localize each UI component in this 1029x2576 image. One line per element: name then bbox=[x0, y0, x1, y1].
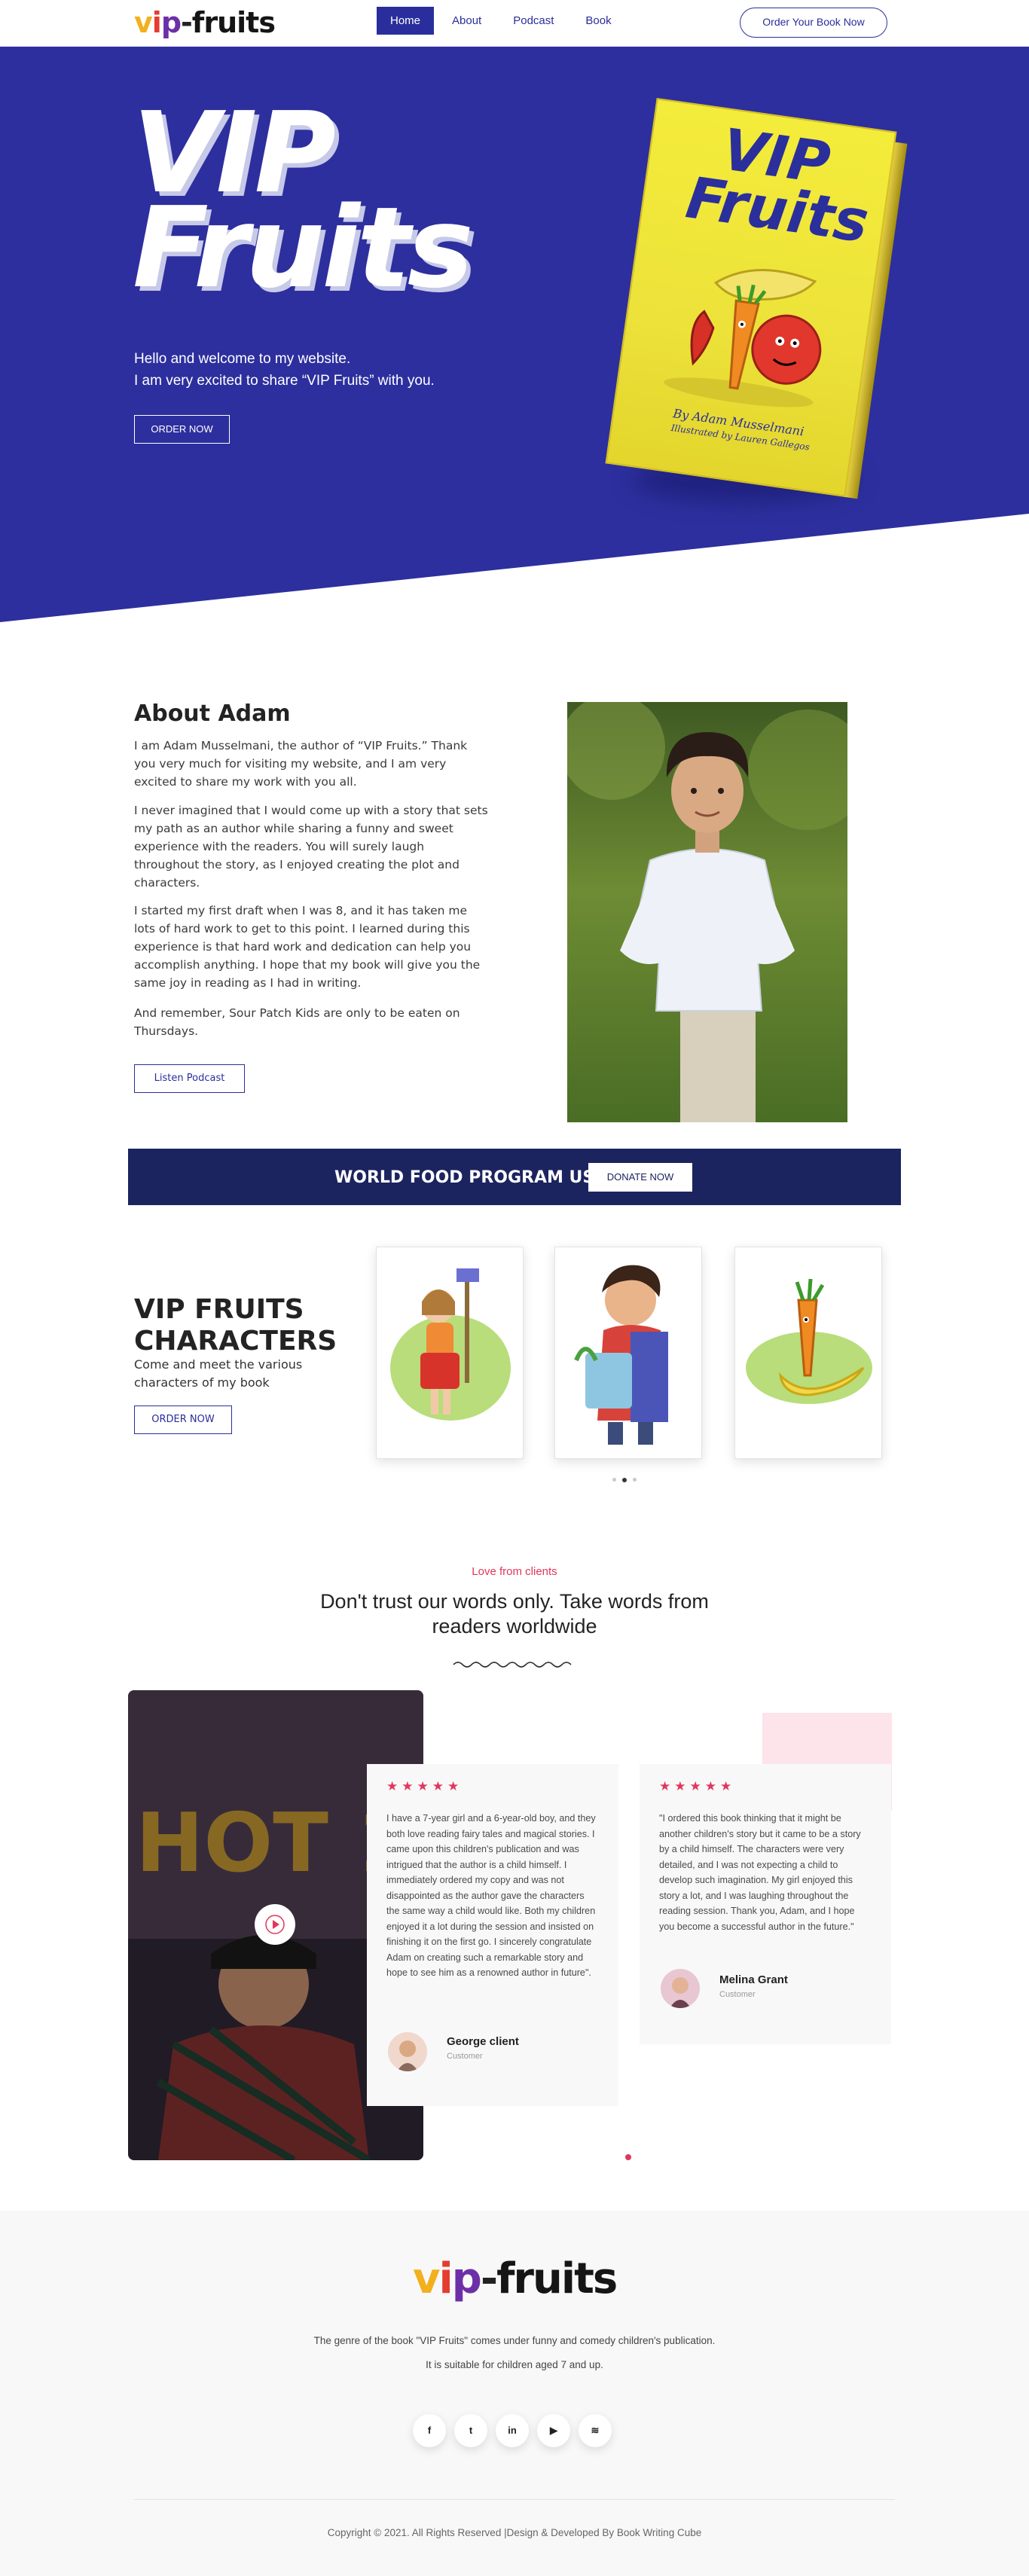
logo-letter: p bbox=[160, 6, 182, 39]
characters-heading-line: CHARACTERS bbox=[134, 1326, 337, 1357]
copyright-text: Copyright © 2021. All Rights Reserved |D… bbox=[327, 2527, 702, 2538]
testimonial-pagination-dot[interactable] bbox=[625, 2154, 631, 2160]
about-paragraph: And remember, Sour Patch Kids are only t… bbox=[134, 1006, 460, 1038]
hero-line: Hello and welcome to my website. bbox=[134, 351, 351, 367]
testimonial-text: I have a 7-year girl and a 6-year-old bo… bbox=[386, 1813, 596, 1978]
testimonial-text: "I ordered this book thinking that it mi… bbox=[659, 1813, 861, 1932]
carrot-banana-character bbox=[746, 1278, 872, 1404]
characters-heading-line: VIP FRUITS bbox=[134, 1294, 304, 1325]
hero-order-button[interactable]: ORDER NOW bbox=[134, 415, 230, 444]
logo-letter: - bbox=[181, 6, 193, 39]
testimonials-heading: Don't trust our words only. Take words f… bbox=[320, 1590, 709, 1637]
characters-heading: VIP FRUITS CHARACTERS bbox=[134, 1294, 337, 1357]
play-icon bbox=[265, 1915, 285, 1934]
about-heading: About Adam bbox=[134, 700, 291, 727]
footer-logo[interactable]: vip-fruits bbox=[413, 2254, 618, 2303]
character-card[interactable] bbox=[734, 1247, 882, 1459]
order-book-button[interactable]: Order Your Book Now bbox=[740, 8, 887, 38]
carousel-dot[interactable] bbox=[612, 1478, 616, 1482]
site-footer: vip-fruits The genre of the book "VIP Fr… bbox=[0, 2211, 1029, 2576]
carousel-dot[interactable] bbox=[633, 1478, 637, 1482]
boy-with-bag-character bbox=[574, 1265, 668, 1445]
logo-letter: i bbox=[151, 6, 162, 39]
book-cover-image: VIP Fruits By Adam Musselmani Illustrate… bbox=[605, 97, 908, 499]
hero-title-line: Fruits bbox=[133, 183, 474, 313]
hero-section: VIP Fruits Hello and welcome to my websi… bbox=[0, 47, 1029, 627]
girl-cleaning-character bbox=[390, 1268, 511, 1421]
footer-age-note: It is suitable for children aged 7 and u… bbox=[426, 2359, 603, 2370]
footer-description: The genre of the book "VIP Fruits" comes… bbox=[313, 2335, 716, 2346]
logo-letter: v bbox=[134, 6, 153, 39]
testimonial-author: Melina Grant bbox=[719, 1973, 788, 1986]
testimonial-card: ★★★★★ I have a 7-year girl and a 6-year-… bbox=[367, 1764, 618, 2106]
squiggle-divider bbox=[453, 1662, 572, 1668]
portrait-illustration bbox=[567, 702, 847, 1122]
carousel-dots bbox=[612, 1478, 637, 1482]
avatar bbox=[388, 2032, 427, 2071]
rating-stars: ★★★★★ bbox=[386, 1779, 463, 1793]
carousel-dot-active[interactable] bbox=[622, 1478, 627, 1482]
nav-item-about[interactable]: About bbox=[438, 7, 495, 35]
spotify-icon[interactable]: ≋ bbox=[579, 2414, 612, 2447]
donate-banner: WORLD FOOD PROGRAM USA DONATE NOW bbox=[128, 1149, 901, 1205]
testimonial-card: ★★★★★ "I ordered this book thinking that… bbox=[640, 1764, 891, 2044]
logo-letter: i bbox=[438, 2254, 453, 2303]
donate-now-button[interactable]: DONATE NOW bbox=[588, 1163, 692, 1192]
logo-word: fruits bbox=[191, 6, 276, 39]
testimonials-eyebrow: Love from clients bbox=[472, 1565, 557, 1578]
video-play-button[interactable] bbox=[255, 1904, 295, 1945]
fruit-characters-illustration bbox=[664, 269, 822, 407]
hero-title: VIP Fruits bbox=[133, 97, 474, 313]
book-cover: VIP Fruits By Adam Musselmani Illustrate… bbox=[605, 97, 897, 498]
about-paragraph: I never imagined that I would come up wi… bbox=[134, 804, 488, 890]
about-paragraph: I am Adam Musselmani, the author of “VIP… bbox=[134, 739, 468, 789]
nav-item-home[interactable]: Home bbox=[377, 7, 435, 35]
youtube-icon[interactable]: ▶ bbox=[537, 2414, 570, 2447]
site-logo[interactable]: vip-fruits bbox=[134, 6, 276, 39]
hero-welcome-text: Hello and welcome to my website. I am ve… bbox=[134, 348, 435, 392]
hero-line: I am very excited to share “VIP Fruits” … bbox=[134, 373, 435, 389]
characters-subtitle: Come and meet the various characters of … bbox=[134, 1357, 303, 1390]
nav-item-podcast[interactable]: Podcast bbox=[499, 7, 567, 35]
logo-word: fruits bbox=[496, 2254, 618, 2303]
character-card[interactable] bbox=[554, 1247, 702, 1459]
donate-title: WORLD FOOD PROGRAM USA bbox=[334, 1168, 608, 1187]
listen-podcast-button[interactable]: Listen Podcast bbox=[134, 1064, 245, 1093]
book-title: VIP Fruits bbox=[682, 115, 873, 256]
character-card[interactable] bbox=[376, 1247, 524, 1459]
about-paragraph: I started my first draft when I was 8, a… bbox=[134, 904, 481, 990]
logo-letter: - bbox=[480, 2254, 498, 2303]
testimonial-role: Customer bbox=[447, 2052, 483, 2061]
avatar bbox=[661, 1969, 700, 2008]
testimonial-author: George client bbox=[447, 2035, 519, 2048]
characters-order-button[interactable]: ORDER NOW bbox=[134, 1406, 232, 1434]
testimonial-role: Customer bbox=[719, 1990, 756, 1999]
logo-letter: v bbox=[413, 2254, 440, 2303]
author-portrait-photo bbox=[567, 702, 847, 1122]
twitter-icon[interactable]: t bbox=[454, 2414, 487, 2447]
social-links: f t in ▶ ≋ bbox=[413, 2414, 612, 2447]
rating-stars: ★★★★★ bbox=[659, 1779, 736, 1793]
main-menu: Home About Podcast Book bbox=[377, 7, 625, 35]
linkedin-icon[interactable]: in bbox=[496, 2414, 529, 2447]
book-title-line: Fruits bbox=[682, 163, 873, 256]
logo-letter: p bbox=[451, 2254, 482, 2303]
top-navbar: vip-fruits Home About Podcast Book Order… bbox=[0, 0, 1029, 47]
footer-divider bbox=[134, 2499, 895, 2500]
facebook-icon[interactable]: f bbox=[413, 2414, 446, 2447]
nav-item-book[interactable]: Book bbox=[572, 7, 624, 35]
